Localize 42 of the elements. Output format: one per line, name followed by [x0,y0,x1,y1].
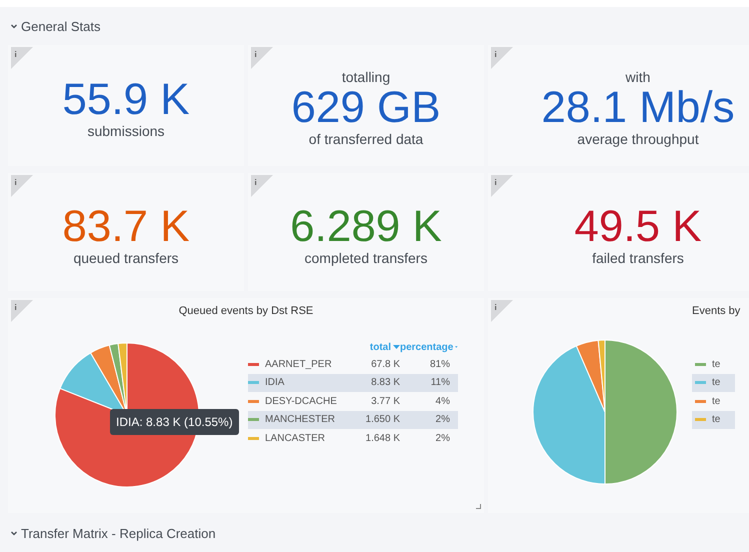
chevron-icon[interactable] [10,22,18,30]
stat-value: 6.289 K [290,204,442,250]
legend-total: 1.650 K [366,414,400,426]
caret-icon [455,345,458,349]
resize-handle-icon[interactable] [476,504,481,509]
legend-label[interactable]: te [712,377,720,388]
chevron-icon[interactable] [10,529,18,537]
stat-caption: queued transfers [73,250,179,266]
stat-caption: of transferred data [308,131,424,148]
legend-label[interactable]: te [712,414,720,426]
stat-value: 28.1 Mb/s [541,85,735,131]
legend-label[interactable]: te [712,396,720,407]
stat-value: 629 GB [291,85,441,131]
chart-title: Events by [692,305,740,317]
stat-caption: failed transfers [592,250,684,266]
stat-value: 83.7 K [62,204,190,250]
section-title[interactable]: General Stats [21,18,100,34]
caret-icon [393,345,400,349]
legend-total: 3.77 K [371,396,400,407]
legend-percentage: 2% [436,432,451,444]
stat-caption: submissions [87,123,165,140]
legend-label[interactable]: DESY-DCACHE [265,396,337,407]
legend-total: 67.8 K [371,358,400,370]
legend-percentage: 11% [430,377,451,388]
stat-caption: completed transfers [304,250,428,266]
chart-tooltip: IDIA: 8.83 K (10.55%) [110,409,239,435]
legend-percentage: 2% [436,414,451,426]
legend-label[interactable]: IDIA [265,377,284,388]
chart-title: Queued events by Dst RSE [178,305,314,317]
legend-total: 8.83 K [371,377,400,388]
legend-label[interactable]: LANCASTER [265,432,326,444]
stat-value: 49.5 K [574,204,702,250]
stat-prefix: with [626,69,650,85]
legend-total: 1.648 K [366,432,400,444]
legend-percentage: 81% [430,358,451,370]
stat-value: 55.9 K [62,77,190,123]
stat-caption: average throughput [577,131,699,148]
legend-label[interactable]: AARNET_PER [265,358,332,370]
section-title[interactable]: Transfer Matrix - Replica Creation [21,526,216,540]
legend-percentage: 4% [436,396,451,407]
stat-prefix: totalling [342,69,390,85]
legend-label[interactable]: te [712,358,720,370]
